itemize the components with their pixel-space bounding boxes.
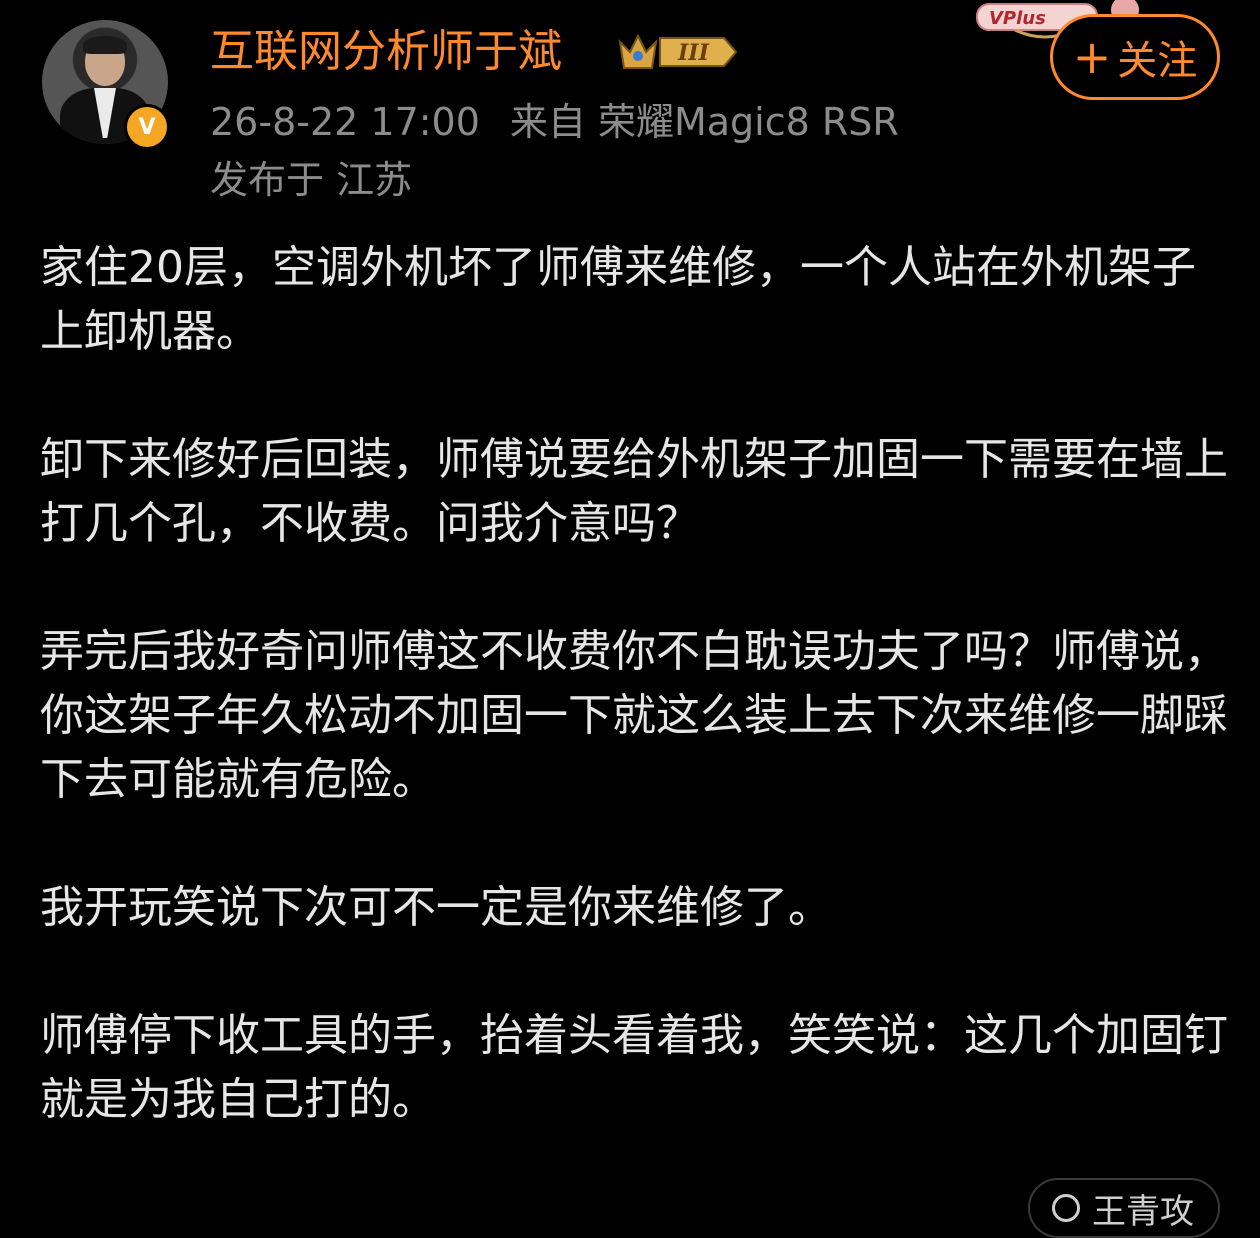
post-datetime: 26-8-22 17:00 — [210, 100, 480, 144]
search-icon — [1052, 1194, 1080, 1222]
bottom-chip-label: 王青攻 — [1092, 1191, 1194, 1232]
plus-icon: + — [1072, 30, 1112, 84]
post-paragraph: 卸下来修好后回装，师傅说要给外机架子加固一下需要在墙上打几个孔，不收费。问我介意… — [40, 434, 1228, 549]
verified-badge-icon: V — [124, 104, 170, 150]
avatar-hair — [83, 36, 127, 54]
level-badge-text: III — [677, 40, 710, 66]
post-source: 来自 荣耀Magic8 RSR — [509, 100, 899, 144]
post-paragraph: 师傅停下收工具的手，抬着头看着我，笑笑说：这几个加固钉就是为我自己打的。 — [40, 1010, 1228, 1125]
follow-label: 关注 — [1117, 38, 1198, 84]
post-content: 家住20层，空调外机坏了师傅来维修，一个人站在外机架子上卸机器。 卸下来修好后回… — [40, 236, 1230, 1196]
bottom-chip[interactable]: 王青攻 — [1028, 1178, 1220, 1238]
post-paragraph: 家住20层，空调外机坏了师傅来维修，一个人站在外机架子上卸机器。 — [40, 242, 1196, 357]
author-name[interactable]: 互联网分析师于斌 — [210, 24, 562, 80]
post-location: 发布于 江苏 — [210, 158, 413, 202]
post-paragraph: 弄完后我好奇问师傅这不收费你不白耽误功夫了吗？师傅说，你这架子年久松动不加固一下… — [40, 626, 1228, 805]
vplus-label: VPlus — [989, 8, 1046, 29]
post-paragraph: 我开玩笑说下次可不一定是你来维修了。 — [40, 882, 832, 933]
crown-level-badge-icon: III — [618, 33, 738, 69]
follow-button[interactable]: + 关注 — [1050, 14, 1220, 100]
post-meta: 26-8-22 17:00 来自 荣耀Magic8 RSR — [210, 98, 899, 146]
